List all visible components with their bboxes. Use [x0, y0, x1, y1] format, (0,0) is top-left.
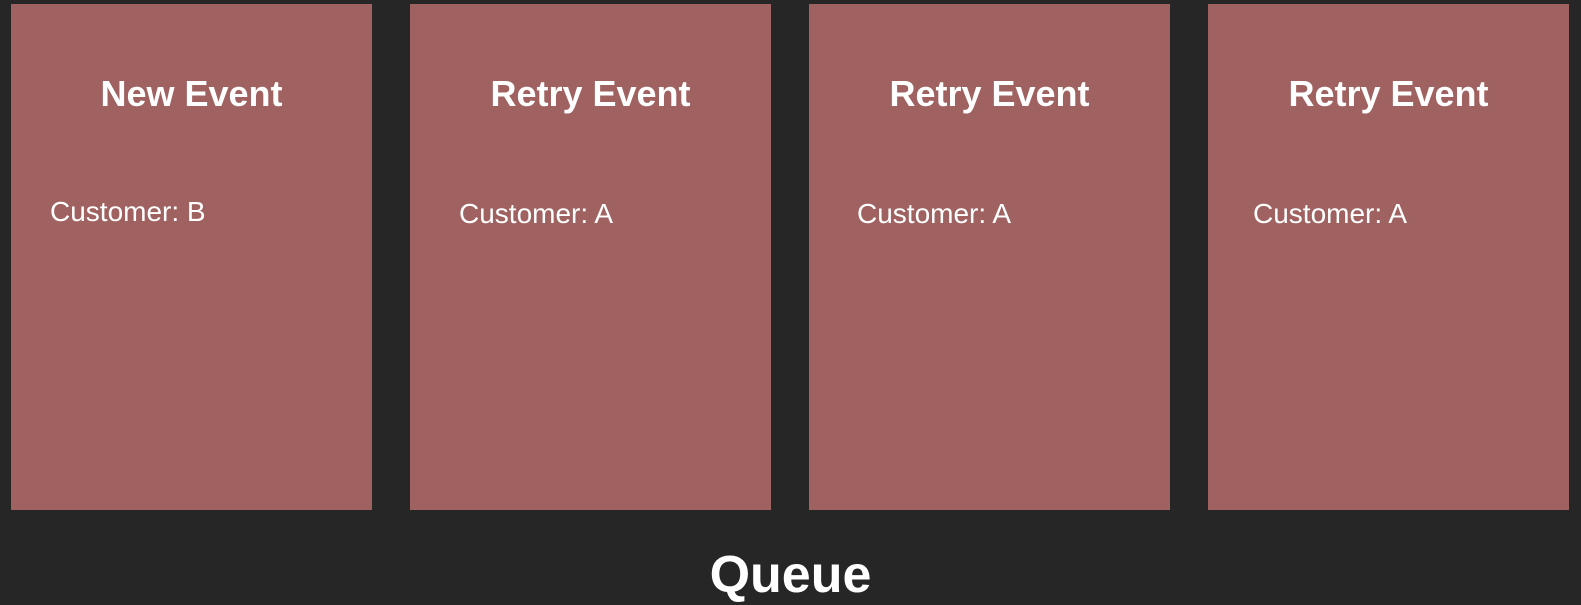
event-title: New Event	[100, 73, 283, 114]
queue-label: Queue	[709, 546, 872, 604]
event-title: Retry Event	[1288, 73, 1489, 114]
event-card: New Event Customer: B	[11, 4, 372, 510]
event-customer: Customer: A	[459, 198, 614, 229]
event-title: Retry Event	[490, 73, 691, 114]
event-card: Retry Event Customer: A	[410, 4, 771, 510]
event-customer: Customer: B	[50, 196, 206, 227]
queue-row: New Event Customer: B Retry Event Custom…	[0, 0, 1581, 515]
event-title: Retry Event	[889, 73, 1090, 114]
event-card: Retry Event Customer: A	[1208, 4, 1569, 510]
event-card: Retry Event Customer: A	[809, 4, 1170, 510]
event-customer: Customer: A	[857, 198, 1012, 229]
event-customer: Customer: A	[1253, 198, 1408, 229]
